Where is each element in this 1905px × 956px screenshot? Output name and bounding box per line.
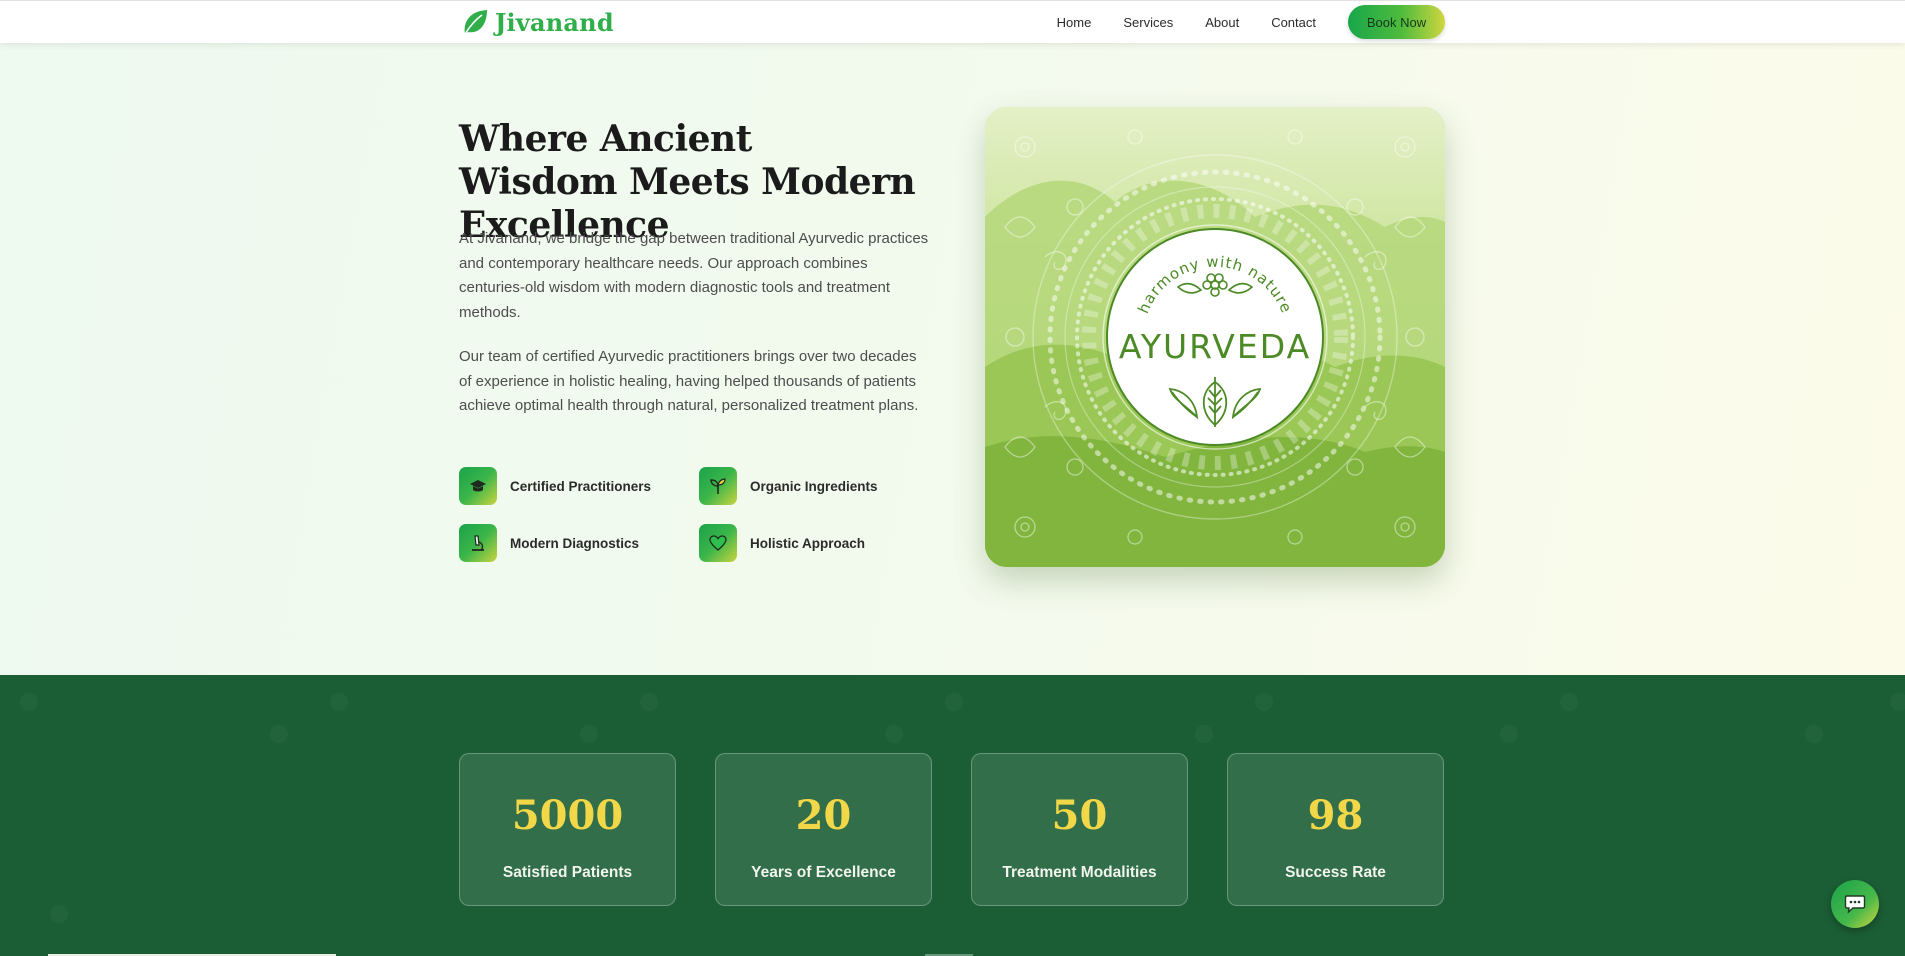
book-now-button[interactable]: Book Now: [1348, 5, 1445, 39]
stat-label: Years of Excellence: [751, 864, 896, 881]
feature-label: Organic Ingredients: [750, 478, 878, 494]
background-dot: [1560, 693, 1578, 711]
stat-label: Satisfied Patients: [502, 864, 633, 881]
nav-links: Home Services About Contact Book Now: [1025, 5, 1445, 39]
feature-certified-practitioners: Certified Practitioners: [459, 467, 651, 505]
feature-label: Modern Diagnostics: [510, 535, 640, 551]
logo[interactable]: Jivanand: [461, 7, 614, 37]
stats-section: 5000 Satisfied Patients 20 Years of Exce…: [0, 675, 1905, 956]
stat-card-modalities: 50 Treatment Modalities: [971, 753, 1188, 906]
chat-icon: [1844, 895, 1866, 914]
background-dot: [330, 693, 348, 711]
feature-modern-diagnostics: Modern Diagnostics: [459, 524, 639, 562]
leaf-icon: [464, 10, 487, 35]
background-dot: [1255, 693, 1273, 711]
background-dot: [1500, 725, 1518, 743]
background-dot: [270, 725, 288, 743]
feature-label: Certified Practitioners: [510, 478, 652, 494]
background-dot: [20, 693, 38, 711]
ayurveda-illustration: harmony with nature AYURVEDA: [985, 107, 1445, 567]
nav-link-contact[interactable]: Contact: [1271, 15, 1316, 30]
background-dot: [945, 693, 963, 711]
microscope-icon: [459, 524, 497, 562]
chat-button[interactable]: [1831, 880, 1879, 928]
badge-word: AYURVEDA: [1119, 327, 1311, 366]
nav-link-home[interactable]: Home: [1057, 15, 1092, 30]
feature-holistic-approach: Holistic Approach: [699, 524, 865, 562]
stat-card-years: 20 Years of Excellence: [715, 753, 932, 906]
nav-link-about[interactable]: About: [1205, 15, 1239, 30]
background-dot: [885, 725, 903, 743]
background-dot: [1805, 725, 1823, 743]
background-dot: [580, 725, 598, 743]
hero-paragraph-2: Our team of certified Ayurvedic practiti…: [459, 348, 919, 414]
feature-organic-ingredients: Organic Ingredients: [699, 467, 878, 505]
nav-link-services[interactable]: Services: [1123, 15, 1173, 30]
stat-value: 98: [1307, 792, 1364, 839]
top-nav: Jivanand Home Services About Contact Boo…: [0, 0, 1905, 43]
feature-label: Holistic Approach: [750, 535, 866, 551]
stat-card-patients: 5000 Satisfied Patients: [459, 753, 676, 906]
background-dot: [1195, 725, 1213, 743]
background-dot: [640, 693, 658, 711]
background-dot: [1890, 693, 1905, 711]
stat-card-success: 98 Success Rate: [1227, 753, 1444, 906]
stat-value: 50: [1051, 792, 1108, 839]
seedling-icon: [699, 467, 737, 505]
hero-paragraph-1: At Jivanand, we bridge the gap between t…: [459, 230, 929, 321]
stat-label: Treatment Modalities: [1002, 864, 1157, 881]
heart-icon: [699, 524, 737, 562]
stat-label: Success Rate: [1285, 864, 1386, 881]
graduation-cap-icon: [459, 467, 497, 505]
hero-section: Where Ancient Wisdom Meets Modern Excell…: [0, 43, 1905, 675]
background-dot: [50, 905, 68, 923]
stat-value: 5000: [511, 792, 624, 839]
stat-value: 20: [795, 792, 852, 839]
logo-text: Jivanand: [495, 7, 614, 37]
